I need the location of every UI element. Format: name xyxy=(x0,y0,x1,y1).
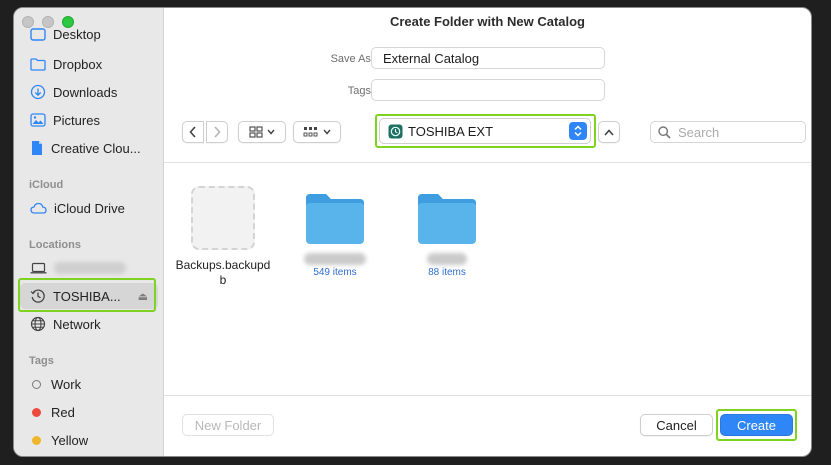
dropbox-folder-icon xyxy=(30,58,46,71)
save-as-label: Save As: xyxy=(330,53,374,65)
group-grid-icon xyxy=(303,127,318,137)
package-icon xyxy=(191,186,255,250)
highlight-frame-sidebar-toshiba xyxy=(18,278,156,312)
sidebar-item-icloud-drive[interactable]: iCloud Drive xyxy=(20,195,158,221)
sidebar-item-label: Work xyxy=(51,376,82,392)
sidebar-section-icloud: iCloud xyxy=(29,179,64,191)
sidebar-item-label: Creative Clou... xyxy=(51,140,141,156)
file-item-name-redacted xyxy=(304,253,366,265)
tags-input[interactable] xyxy=(371,79,605,101)
sidebar-item-dropbox[interactable]: Dropbox xyxy=(20,51,158,77)
sidebar-item-label: Pictures xyxy=(53,112,100,128)
pictures-icon xyxy=(30,113,46,127)
search-field[interactable]: Search xyxy=(650,121,806,143)
tag-dot-icon xyxy=(32,407,41,417)
sidebar-section-tags: Tags xyxy=(29,355,54,367)
toolbar-divider xyxy=(164,162,811,163)
back-button[interactable] xyxy=(182,121,204,143)
highlight-frame-location xyxy=(375,114,596,148)
sidebar-item-desktop[interactable]: Desktop xyxy=(20,24,158,44)
sidebar-item-label-redacted xyxy=(54,262,126,274)
sidebar-item-creative-cloud[interactable]: Creative Clou... xyxy=(20,135,158,161)
search-icon xyxy=(658,125,671,139)
sidebar-item-label: Desktop xyxy=(53,27,101,42)
chevron-up-icon xyxy=(604,128,614,136)
icon-view-button[interactable] xyxy=(238,121,286,143)
file-item-name-redacted xyxy=(427,253,467,265)
sidebar-section-locations: Locations xyxy=(29,239,81,251)
sidebar-item-label: iCloud Drive xyxy=(54,200,125,216)
globe-icon xyxy=(30,316,46,332)
desktop-icon xyxy=(30,28,46,41)
chevron-down-icon xyxy=(267,129,275,135)
sidebar-item-label: Red xyxy=(51,404,75,420)
sidebar-item-label: Downloads xyxy=(53,84,118,100)
group-view-button[interactable] xyxy=(293,121,341,143)
document-icon xyxy=(32,141,42,155)
downloads-icon xyxy=(30,84,46,100)
tag-dot-icon xyxy=(32,379,41,389)
laptop-icon xyxy=(30,262,47,274)
sidebar-item-label: Yellow xyxy=(51,432,89,448)
save-dialog-window: Desktop Dropbox Downloads Pictures Creat… xyxy=(13,7,812,457)
sidebar-item-label: Dropbox xyxy=(53,56,103,72)
save-as-input[interactable] xyxy=(371,47,605,69)
file-item-count: 549 items xyxy=(313,267,357,278)
file-item-backupdb[interactable]: Backups.backupdb xyxy=(173,186,273,288)
tags-label: Tags: xyxy=(347,85,374,97)
dialog-main: Create Folder with New Catalog Save As: … xyxy=(164,8,811,456)
grid-view-icon xyxy=(249,126,263,138)
file-item-folder[interactable]: 549 items xyxy=(285,190,385,278)
sidebar-item-downloads[interactable]: Downloads xyxy=(20,79,158,105)
new-folder-button[interactable]: New Folder xyxy=(182,414,274,436)
footer-divider xyxy=(164,395,811,396)
collapse-browser-button[interactable] xyxy=(598,121,620,143)
cloud-icon xyxy=(30,202,47,214)
sidebar-item-label: Network xyxy=(53,316,101,332)
sidebar-item-network[interactable]: Network xyxy=(20,311,158,337)
sidebar-item-pictures[interactable]: Pictures xyxy=(20,107,158,133)
highlight-frame-create xyxy=(716,409,797,441)
file-item-count: 88 items xyxy=(428,267,466,278)
sidebar-tag-yellow[interactable]: Yellow xyxy=(20,427,158,453)
folder-icon xyxy=(418,194,476,244)
sidebar-tag-red[interactable]: Red xyxy=(20,399,158,425)
chevron-left-icon xyxy=(189,126,196,138)
tag-dot-icon xyxy=(32,435,41,445)
cancel-button[interactable]: Cancel xyxy=(640,414,713,436)
file-item-folder[interactable]: 88 items xyxy=(397,190,497,278)
sidebar: Desktop Dropbox Downloads Pictures Creat… xyxy=(14,8,164,456)
dialog-title: Create Folder with New Catalog xyxy=(389,14,586,29)
forward-button[interactable] xyxy=(206,121,228,143)
search-placeholder: Search xyxy=(678,124,720,140)
folder-icon xyxy=(306,194,364,244)
chevron-right-icon xyxy=(214,126,221,138)
file-item-name: Backups.backupdb xyxy=(175,258,271,287)
chevron-down-icon xyxy=(323,129,331,135)
sidebar-tag-work[interactable]: Work xyxy=(20,371,158,397)
